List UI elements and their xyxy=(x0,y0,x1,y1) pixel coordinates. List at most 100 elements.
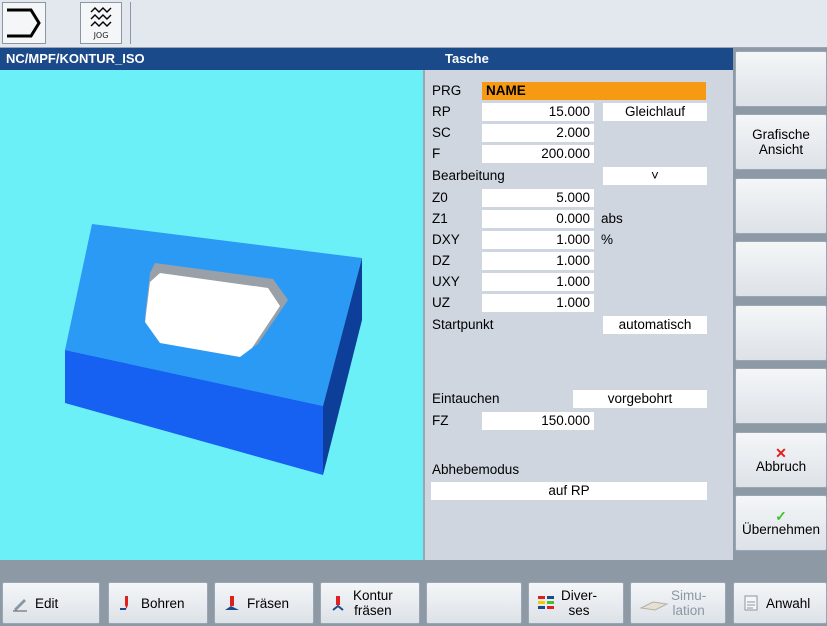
uz-label: UZ xyxy=(432,295,450,310)
dz-field[interactable]: 1.000 xyxy=(482,252,594,270)
param-row-bearbeitung: Bearbeitung ˅ xyxy=(427,166,733,186)
uebernehmen-label: Übernehmen xyxy=(741,521,821,537)
dialog-title: Tasche xyxy=(445,51,489,66)
lation-label: lation xyxy=(672,603,705,618)
jog-mode-indicator[interactable]: JOG xyxy=(80,2,122,44)
f-field[interactable]: 200.000 xyxy=(482,145,594,163)
rp-label: RP xyxy=(432,104,451,119)
abhebemodus-select[interactable]: auf RP xyxy=(431,482,707,500)
kontur-label: Kontur xyxy=(353,588,393,603)
ses-label: ses xyxy=(568,603,590,618)
param-row-uxy: UXY 1.000 xyxy=(427,272,733,292)
dxy-label: DXY xyxy=(432,232,460,247)
fraesen-button[interactable]: Fräsen xyxy=(214,582,314,624)
horizontal-softkey-bar: Edit Bohren Fräsen Kontur fräsen Diver- … xyxy=(0,580,827,626)
workpiece-3d-graphic xyxy=(65,224,362,475)
pocket-graphic-view xyxy=(0,70,425,560)
abbruch-button[interactable]: ✕ Abbruch xyxy=(735,432,827,488)
abhebemodus-label: Abhebemodus xyxy=(432,462,520,477)
param-row-dz: DZ 1.000 xyxy=(427,251,733,271)
bearbeitung-label: Bearbeitung xyxy=(432,168,505,183)
divider xyxy=(130,2,131,44)
drill-icon xyxy=(120,596,128,610)
bohren-button[interactable]: Bohren xyxy=(108,582,208,624)
status-line xyxy=(0,560,827,580)
rp-field[interactable]: 15.000 xyxy=(482,103,594,121)
vertical-softkey-bar: Grafische Ansicht ✕ Abbruch ✓ Übernehmen xyxy=(733,48,827,560)
grafische-ansicht-button[interactable]: Grafische Ansicht xyxy=(735,114,827,170)
param-row-fz: FZ 150.000 xyxy=(427,411,733,431)
z0-field[interactable]: 5.000 xyxy=(482,189,594,207)
contour-mill-icon xyxy=(332,596,344,611)
z1-field[interactable]: 0.000 xyxy=(482,210,594,228)
param-row-f: F 200.000 xyxy=(427,144,733,164)
fz-field[interactable]: 150.000 xyxy=(482,412,594,430)
dxy-unit-toggle[interactable]: % xyxy=(601,232,613,247)
grafische-label: Grafische xyxy=(752,127,810,142)
vsk-5-button[interactable] xyxy=(735,305,827,361)
uebernehmen-button[interactable]: ✓ Übernehmen xyxy=(735,495,827,551)
checkmark-icon: ✓ xyxy=(775,507,787,524)
diverses-label: Diver- ses xyxy=(561,588,597,618)
abbruch-label: Abbruch xyxy=(755,458,807,474)
kontur-fraesen-button[interactable]: Kontur fräsen xyxy=(320,582,420,624)
vsk-4-button[interactable] xyxy=(735,241,827,297)
rp-mode-select[interactable]: Gleichlauf xyxy=(603,103,707,121)
vsk-1-button[interactable] xyxy=(735,51,827,107)
simu-label: Simu- xyxy=(671,588,707,603)
diver-label: Diver- xyxy=(561,588,597,603)
anwahl-button[interactable]: Anwahl xyxy=(733,582,827,624)
mill-icon xyxy=(225,596,239,610)
app-window: JOG NC/MPF/KONTUR_ISO Tasche PRG NAME RP… xyxy=(0,0,827,626)
anwahl-label: Anwahl xyxy=(766,595,811,611)
mode-arrow-icon xyxy=(7,8,41,38)
fraesen2-label: fräsen xyxy=(354,603,392,618)
startpunkt-select[interactable]: automatisch xyxy=(603,316,707,334)
prg-name-field[interactable]: NAME xyxy=(482,82,706,100)
uxy-label: UXY xyxy=(432,274,460,289)
z1-unit-toggle[interactable]: abs xyxy=(601,211,623,226)
param-row-abhebemodus-value: auf RP xyxy=(427,481,733,501)
param-row-z1: Z1 0.000 abs xyxy=(427,209,733,229)
pencil-icon xyxy=(13,599,27,612)
param-row-dxy: DXY 1.000 % xyxy=(427,230,733,250)
title-bar: NC/MPF/KONTUR_ISO Tasche xyxy=(0,48,733,70)
ansicht-label: Ansicht xyxy=(758,142,804,157)
prg-label: PRG xyxy=(432,83,462,98)
parameter-panel: PRG NAME RP 15.000 Gleichlauf SC 2.000 F… xyxy=(427,70,733,560)
hsk-5-button[interactable] xyxy=(426,582,522,624)
param-row-abhebemodus: Abhebemodus xyxy=(427,460,733,480)
sc-field[interactable]: 2.000 xyxy=(482,124,594,142)
edit-button[interactable]: Edit xyxy=(2,582,100,624)
uxy-field[interactable]: 1.000 xyxy=(482,273,594,291)
startpunkt-label: Startpunkt xyxy=(432,317,494,332)
dz-label: DZ xyxy=(432,253,450,268)
selection-icon xyxy=(744,595,758,611)
param-row-sc: SC 2.000 xyxy=(427,123,733,143)
dxy-field[interactable]: 1.000 xyxy=(482,231,594,249)
bearbeitung-select[interactable]: ˅ xyxy=(603,167,707,185)
simulation-button[interactable]: Simu- lation xyxy=(630,582,726,624)
vsk-3-button[interactable] xyxy=(735,178,827,234)
fz-label: FZ xyxy=(432,413,449,428)
kontur-fraesen-label: Kontur fräsen xyxy=(353,588,393,618)
z0-label: Z0 xyxy=(432,190,448,205)
edit-label: Edit xyxy=(35,595,59,611)
f-label: F xyxy=(432,146,441,161)
various-icon xyxy=(538,596,554,609)
program-path: NC/MPF/KONTUR_ISO xyxy=(6,51,145,66)
param-row-prg: PRG NAME xyxy=(427,81,733,101)
vsk-6-button[interactable] xyxy=(735,368,827,424)
bohren-label: Bohren xyxy=(141,595,185,611)
status-bar: JOG xyxy=(0,0,827,48)
uz-field[interactable]: 1.000 xyxy=(482,294,594,312)
mode-arrow-button[interactable] xyxy=(2,2,46,44)
close-x-icon: ✕ xyxy=(775,444,787,461)
simulation-icon xyxy=(639,601,669,611)
eintauchen-select[interactable]: vorgebohrt xyxy=(573,390,707,408)
simulation-label: Simu- lation xyxy=(671,588,706,618)
param-row-z0: Z0 5.000 xyxy=(427,188,733,208)
jog-label: JOG xyxy=(93,31,109,40)
param-row-rp: RP 15.000 Gleichlauf xyxy=(427,102,733,122)
diverses-button[interactable]: Diver- ses xyxy=(528,582,624,624)
